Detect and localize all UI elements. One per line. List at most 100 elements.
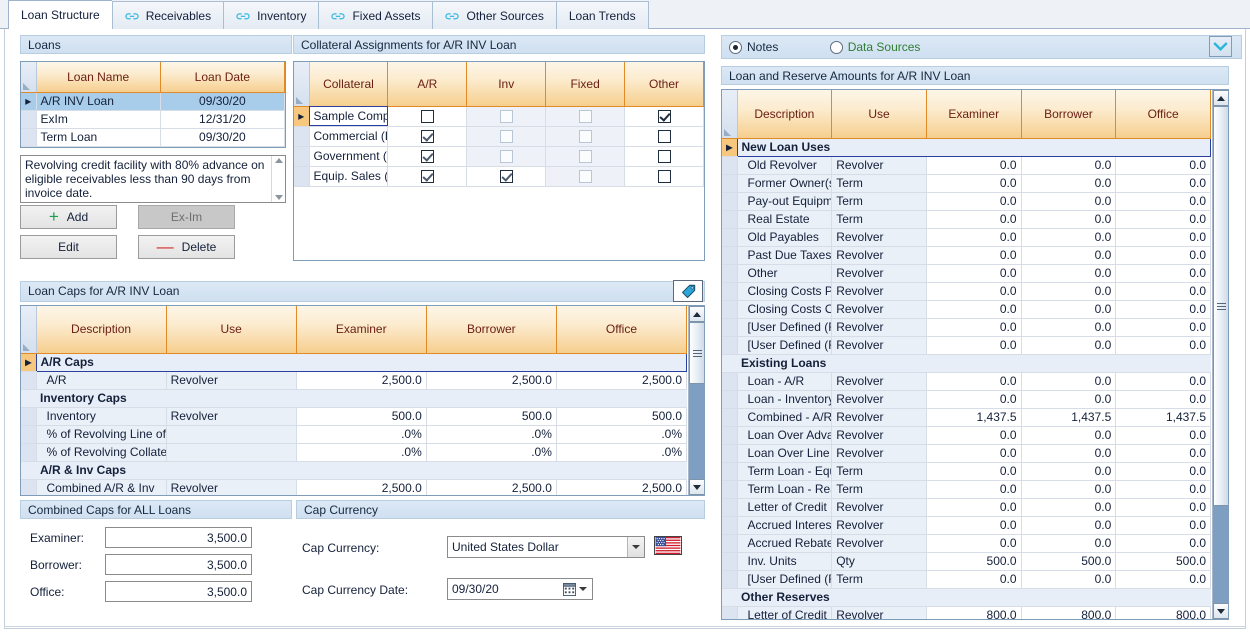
tab-inventory[interactable]: Inventory [223, 1, 318, 29]
examiner-cell[interactable]: 2,500.0 [296, 371, 426, 389]
office-cell[interactable]: 0.0 [1116, 390, 1211, 408]
scrollbar-thumb[interactable] [1213, 106, 1229, 506]
borrower-cell[interactable]: 1,437.5 [1021, 408, 1116, 426]
borrower-cell[interactable]: 500.0 [1021, 552, 1116, 570]
description-cell[interactable]: Term Loan - Equi [737, 462, 832, 480]
table-row[interactable]: ExIm12/31/20 [21, 110, 285, 128]
table-row[interactable]: Combined A/R & InvRevolver2,500.02,500.0… [21, 479, 687, 495]
collateral-ar-checkbox-cell[interactable] [388, 106, 467, 126]
row-indicator[interactable] [722, 318, 737, 336]
collateral-fixed-checkbox-cell[interactable] [546, 126, 625, 146]
table-row[interactable]: Loan Over AdvancRevolver0.00.00.0 [722, 426, 1211, 444]
group-row[interactable]: Existing Loans [722, 354, 1211, 372]
data-sources-radio[interactable]: Data Sources [830, 40, 921, 54]
table-row[interactable]: [User Defined (R/Term0.00.00.0 [722, 570, 1211, 588]
office-cell[interactable]: .0% [556, 443, 686, 461]
row-indicator[interactable] [722, 534, 737, 552]
office-cell[interactable]: 0.0 [1116, 156, 1211, 174]
column-header[interactable]: Description [36, 306, 166, 353]
examiner-cell[interactable]: 0.0 [926, 210, 1021, 228]
scroll-up-icon[interactable] [275, 158, 283, 163]
row-indicator[interactable] [722, 174, 737, 192]
examiner-cell[interactable]: 0.0 [926, 444, 1021, 462]
collateral-other-checkbox-cell[interactable] [625, 106, 704, 126]
use-cell[interactable]: Revolver [832, 426, 927, 444]
row-indicator[interactable] [722, 300, 737, 318]
row-indicator[interactable] [722, 588, 737, 606]
use-cell[interactable]: Revolver [832, 228, 927, 246]
column-header[interactable]: Loan Date [160, 62, 284, 92]
row-indicator[interactable] [722, 246, 737, 264]
examiner-input[interactable]: 3,500.0 [105, 527, 252, 548]
examiner-cell[interactable]: 500.0 [926, 552, 1021, 570]
use-cell[interactable]: Revolver [832, 408, 927, 426]
use-cell[interactable]: Revolver [832, 300, 927, 318]
row-indicator[interactable] [722, 390, 737, 408]
examiner-cell[interactable]: 0.0 [926, 462, 1021, 480]
row-indicator[interactable] [722, 354, 737, 372]
borrower-cell[interactable]: 0.0 [1021, 390, 1116, 408]
use-cell[interactable]: Term [832, 570, 927, 588]
loan-name-cell[interactable]: A/R INV Loan [36, 92, 160, 110]
borrower-cell[interactable]: 0.0 [1021, 228, 1116, 246]
table-row[interactable]: Term Loan09/30/20 [21, 128, 285, 146]
use-cell[interactable]: Revolver [832, 516, 927, 534]
description-cell[interactable]: Loan Over Advanc [737, 426, 832, 444]
tab-fixed-assets[interactable]: Fixed Assets [318, 1, 432, 29]
column-header[interactable]: Collateral [309, 62, 388, 106]
use-cell[interactable]: Revolver [832, 318, 927, 336]
checkbox-inv[interactable] [500, 130, 513, 143]
table-row[interactable]: Past Due TaxesRevolver0.00.00.0 [722, 246, 1211, 264]
office-cell[interactable]: 0.0 [1116, 444, 1211, 462]
use-cell[interactable] [166, 443, 296, 461]
borrower-cell[interactable]: .0% [426, 443, 556, 461]
description-cell[interactable]: Term Loan - Real [737, 480, 832, 498]
row-indicator[interactable] [722, 498, 737, 516]
examiner-cell[interactable]: 0.0 [926, 318, 1021, 336]
description-cell[interactable]: % of Revolving Collateral [36, 443, 166, 461]
cap-currency-select[interactable]: United States Dollar [447, 536, 645, 558]
row-indicator[interactable] [722, 156, 737, 174]
use-cell[interactable]: Revolver [832, 444, 927, 462]
use-cell[interactable]: Revolver [832, 264, 927, 282]
office-cell[interactable]: 500.0 [556, 407, 686, 425]
exim-button[interactable]: Ex-Im [138, 205, 235, 229]
examiner-cell[interactable]: 2,500.0 [296, 479, 426, 495]
row-indicator[interactable] [722, 480, 737, 498]
loan-caps-scrollbar[interactable] [688, 306, 704, 495]
description-cell[interactable]: Former Owner(s) [737, 174, 832, 192]
borrower-cell[interactable]: 0.0 [1021, 570, 1116, 588]
row-indicator[interactable] [722, 372, 737, 390]
group-row[interactable]: A/R & Inv Caps [21, 461, 687, 479]
office-cell[interactable]: 0.0 [1116, 264, 1211, 282]
row-indicator[interactable] [21, 389, 36, 407]
scroll-up-button[interactable] [1213, 90, 1229, 106]
use-cell[interactable]: Revolver [832, 534, 927, 552]
row-indicator[interactable] [722, 570, 737, 588]
office-cell[interactable]: .0% [556, 425, 686, 443]
use-cell[interactable]: Revolver [166, 407, 296, 425]
examiner-cell[interactable]: 0.0 [926, 156, 1021, 174]
group-row[interactable]: Inventory Caps [21, 389, 687, 407]
examiner-cell[interactable]: 0.0 [926, 282, 1021, 300]
use-cell[interactable]: Revolver [832, 498, 927, 516]
checkbox-other[interactable] [658, 150, 671, 163]
table-row[interactable]: Closing Costs PoirRevolver0.00.00.0 [722, 282, 1211, 300]
row-indicator[interactable] [722, 282, 737, 300]
office-cell[interactable]: 0.0 [1116, 228, 1211, 246]
description-cell[interactable]: A/R [36, 371, 166, 389]
right-panel-expand-button[interactable] [1209, 36, 1232, 57]
column-header[interactable]: Other [625, 62, 704, 106]
loans-grid[interactable]: Loan NameLoan Date▸A/R INV Loan09/30/20E… [20, 61, 286, 148]
office-cell[interactable]: 0.0 [1116, 174, 1211, 192]
row-indicator[interactable] [294, 146, 309, 166]
row-indicator[interactable]: ▸ [294, 106, 309, 126]
use-cell[interactable]: Revolver [832, 606, 927, 619]
use-cell[interactable] [166, 425, 296, 443]
checkbox-inv[interactable] [500, 110, 513, 123]
examiner-cell[interactable]: 0.0 [926, 246, 1021, 264]
use-cell[interactable]: Revolver [832, 282, 927, 300]
checkbox-ar[interactable] [421, 110, 434, 123]
description-cell[interactable]: Accrued Rebates I [737, 534, 832, 552]
row-indicator[interactable] [722, 552, 737, 570]
